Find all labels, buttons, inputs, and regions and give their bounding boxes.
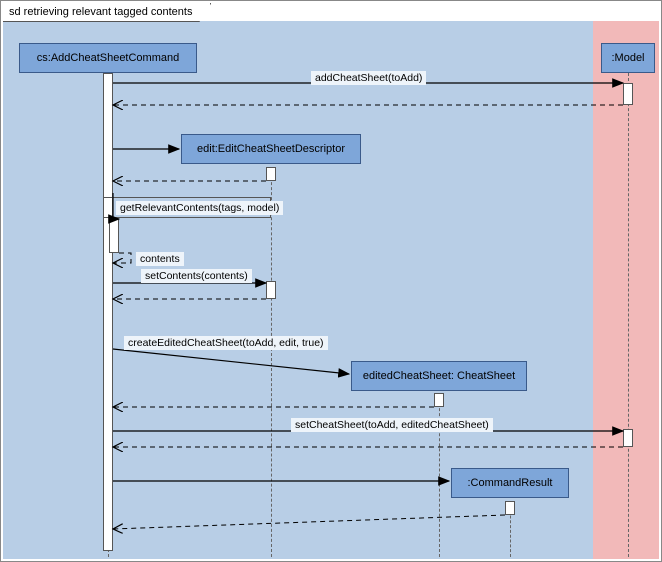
msg-setContents: setContents(contents)	[141, 269, 252, 283]
msg-createEdited: createEditedCheatSheet(toAdd, edit, true…	[124, 336, 328, 350]
participant-cs: cs:AddCheatSheetCommand	[19, 43, 197, 73]
sequence-diagram: sd retrieving relevant tagged contents c…	[0, 0, 662, 562]
participant-edited: editedCheatSheet: CheatSheet	[351, 361, 527, 391]
participant-model: :Model	[601, 43, 655, 73]
participant-edit: edit:EditCheatSheetDescriptor	[181, 134, 361, 164]
msg-addCheatSheet: addCheatSheet(toAdd)	[311, 71, 426, 85]
participant-result: :CommandResult	[451, 468, 569, 498]
msg-getRelevantContents: getRelevantContents(tags, model)	[116, 201, 283, 215]
msg-setCheatSheet: setCheatSheet(toAdd, editedCheatSheet)	[291, 418, 493, 432]
msg-contents-return: contents	[136, 252, 184, 266]
